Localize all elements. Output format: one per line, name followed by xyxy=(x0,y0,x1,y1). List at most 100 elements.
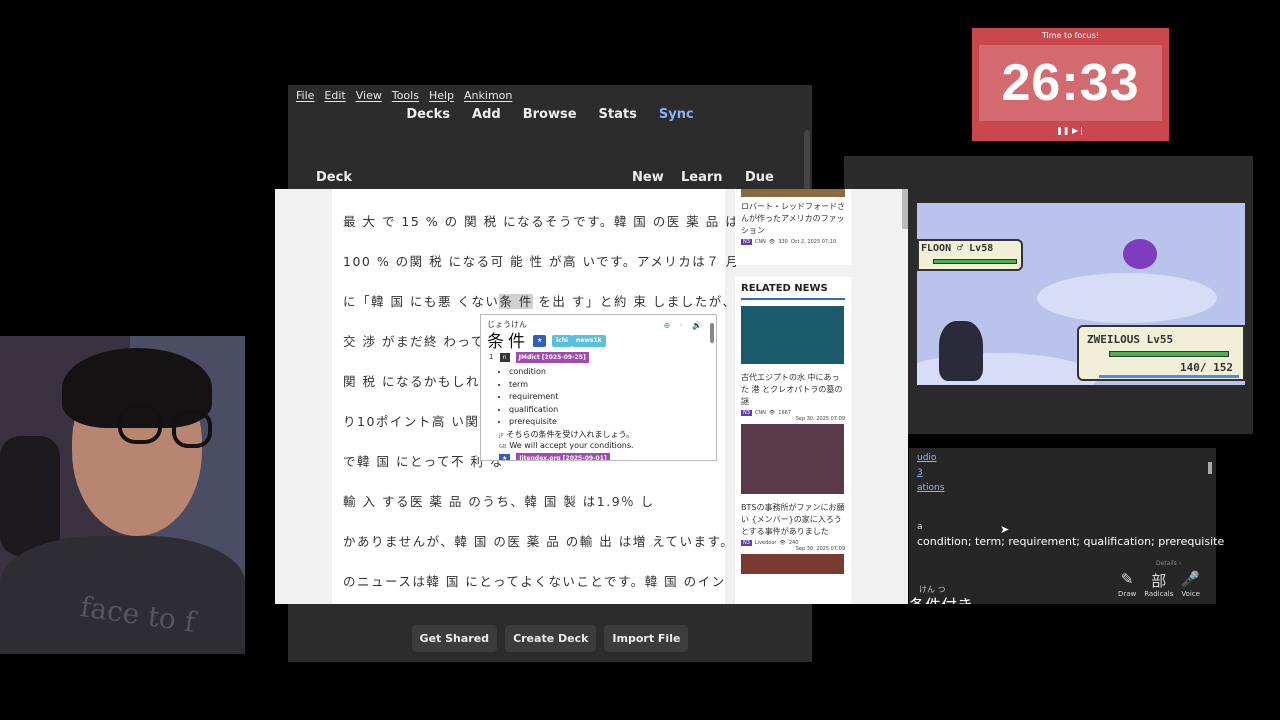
example-jp: JP そちらの条件を受け入れましょう。 xyxy=(499,430,635,439)
level-badge: N3 xyxy=(741,239,752,245)
menu-edit[interactable]: Edit xyxy=(324,89,345,102)
popup-scrollbar[interactable] xyxy=(710,323,714,343)
main-toolbar: Decks Add Browse Stats Sync xyxy=(288,107,812,122)
article-line: 輸 入 する医 薬 品 のうち、韓 国 製 は1.9％ し xyxy=(343,494,655,509)
dict-links: udio 3 ations xyxy=(917,451,944,496)
focus-timer: Time to focus! 26:33 ❚❚ ▶❘ xyxy=(972,28,1169,141)
example-jp-text: そちらの条件を受け入れましょう。 xyxy=(506,430,635,439)
voice-button[interactable]: 🎤 Voice xyxy=(1181,570,1200,604)
news-card[interactable]: 古代エジプトの水 中にあった 港 とクレオパトラの墓の謎 N3 CNN 👁 16… xyxy=(735,306,851,422)
example-en-text: We will accept your conditions. xyxy=(509,441,634,450)
dict-link-translations[interactable]: ations xyxy=(917,481,944,496)
article-line: り10ポイント高 い関 税 xyxy=(343,414,499,429)
popup-term: 条件 xyxy=(487,332,529,352)
import-file-button[interactable]: Import File xyxy=(604,625,689,652)
game-screen[interactable]: FLOON ♂ Lv58 ZWEILOUS Lv55 140/ 152 xyxy=(917,203,1245,385)
dictionary-popup: じょうけん 条件 ★ ichi news1k ⊕ ◦ 🔊 1 n JMdict … xyxy=(480,314,717,461)
news-card[interactable]: ロバート・レッドフォードさんが作ったアメリカのファッション N3 CNN 👁 3… xyxy=(735,189,851,265)
news-date: Sep 30, 2025 07:09 xyxy=(795,416,845,422)
dict-link-3[interactable]: 3 xyxy=(917,466,944,481)
col-deck: Deck xyxy=(316,170,352,185)
timer-controls[interactable]: ❚❚ ▶❘ xyxy=(972,126,1169,135)
create-deck-button[interactable]: Create Deck xyxy=(505,625,597,652)
news-title: ロバート・レッドフォードさんが作ったアメリカのファッション xyxy=(741,202,845,235)
toolbar-add[interactable]: Add xyxy=(472,107,501,122)
menu-help[interactable]: Help xyxy=(429,89,454,102)
entry-number: 1 xyxy=(489,353,494,361)
popup-entry-header: 1 n JMdict [2025-09-25] xyxy=(489,352,589,363)
related-news: RELATED NEWS 古代エジプトの水 中にあった 港 とクレオパトラの墓の… xyxy=(735,277,851,604)
enemy-hp-box: FLOON ♂ Lv58 xyxy=(917,239,1023,271)
views-icon: 👁 xyxy=(768,410,776,416)
toolbar-decks[interactable]: Decks xyxy=(406,107,450,122)
second-dict: ★ Jitendex.org [2025-09-01] xyxy=(499,453,610,460)
dict-name-tag: JMdict [2025-09-25] xyxy=(515,352,589,363)
webcam-chair xyxy=(0,436,60,556)
player-exp-bar xyxy=(1099,375,1239,378)
news-thumbnail xyxy=(741,424,844,494)
col-new: New xyxy=(632,170,664,185)
dict-definitions: condition; term; requirement; qualificat… xyxy=(917,535,1225,548)
webcam-overlay: face to f xyxy=(0,336,245,654)
enemy-name: FLOON ♂ Lv58 xyxy=(921,243,994,254)
player-hp-box: ZWEILOUS Lv55 140/ 152 xyxy=(1077,325,1245,381)
menu-file[interactable]: File xyxy=(296,89,314,102)
popup-actions: ⊕ ◦ 🔊 xyxy=(664,321,702,330)
menu-view[interactable]: View xyxy=(356,89,382,102)
deck-table-header: Deck New Learn Due xyxy=(288,170,812,188)
view-note-icon[interactable]: ◦ xyxy=(679,321,684,330)
entry-pos-tag: n xyxy=(499,353,510,362)
menu-ankimon[interactable]: Ankimon xyxy=(464,89,512,102)
news-card[interactable]: BTSの事務所がファンにお願い {メンバー}の家に入ろうとする事件がありました … xyxy=(735,424,851,552)
col-due: Due xyxy=(745,170,774,185)
toolbar-browse[interactable]: Browse xyxy=(523,107,577,122)
webcam-glasses-right xyxy=(172,410,212,448)
news-thumbnail xyxy=(741,554,844,574)
news-views: 330 xyxy=(778,239,788,245)
article-line: に「韓 国 にも悪 くない条 件 を出 す」と約 束 しましたが、 xyxy=(343,294,737,309)
menu-tools[interactable]: Tools xyxy=(392,89,419,102)
views-icon: 👁 xyxy=(768,239,776,245)
news-views: 1667 xyxy=(778,410,791,416)
toolbar-stats[interactable]: Stats xyxy=(599,107,637,122)
webcam-glasses-left xyxy=(118,404,162,444)
radicals-button[interactable]: 部 Radicals xyxy=(1144,570,1173,604)
enemy-sprite xyxy=(1123,239,1157,269)
news-thumbnail xyxy=(741,306,844,364)
news-title: 古代エジプトの水 中にあった 港 とクレオパトラの墓の謎 xyxy=(741,373,843,406)
draw-label: Draw xyxy=(1117,590,1137,598)
timer-label: Time to focus! xyxy=(1041,31,1100,40)
news-source: CNN xyxy=(754,239,766,245)
gloss-item: prerequisite xyxy=(509,416,558,429)
player-sprite xyxy=(939,321,983,381)
col-learn: Learn xyxy=(681,170,723,185)
news-source: Livedoor xyxy=(754,540,777,546)
views-icon: 👁 xyxy=(779,540,786,546)
popup-tag-star: ★ xyxy=(533,335,547,347)
dict-details-link[interactable]: Details › xyxy=(1156,560,1181,567)
dict-mark: a xyxy=(917,522,923,532)
popup-tag-news: news1k xyxy=(572,335,606,347)
level-badge: N3 xyxy=(741,540,752,546)
snow-platform xyxy=(1037,273,1217,323)
news-thumbnail xyxy=(741,189,845,197)
get-shared-button[interactable]: Get Shared xyxy=(411,625,498,652)
player-hp-value: 140/ 152 xyxy=(1180,361,1233,374)
star-icon: ★ xyxy=(499,454,511,460)
highlighted-word[interactable]: 条 件 xyxy=(499,294,533,309)
gloss-item: requirement xyxy=(509,391,558,404)
news-date: Oct 2, 2025 07:10 xyxy=(790,239,837,245)
popup-tag-ichi: ichi xyxy=(552,335,572,347)
radicals-label: Radicals xyxy=(1144,590,1174,598)
example-en: GB We will accept your conditions. xyxy=(499,441,634,450)
gloss-item: term xyxy=(509,379,558,392)
dict-scrollbar[interactable] xyxy=(1208,462,1212,474)
gloss-item: qualification xyxy=(509,404,558,417)
add-note-icon[interactable]: ⊕ xyxy=(664,321,671,330)
article-line: 関 税 になるかもしれま xyxy=(343,374,494,389)
browser-scrollbar[interactable] xyxy=(902,189,908,229)
play-audio-icon[interactable]: 🔊 xyxy=(692,321,702,330)
dict-link-audio[interactable]: udio xyxy=(917,451,944,466)
draw-button[interactable]: ✎ Draw xyxy=(1118,570,1136,604)
toolbar-sync[interactable]: Sync xyxy=(659,107,694,122)
